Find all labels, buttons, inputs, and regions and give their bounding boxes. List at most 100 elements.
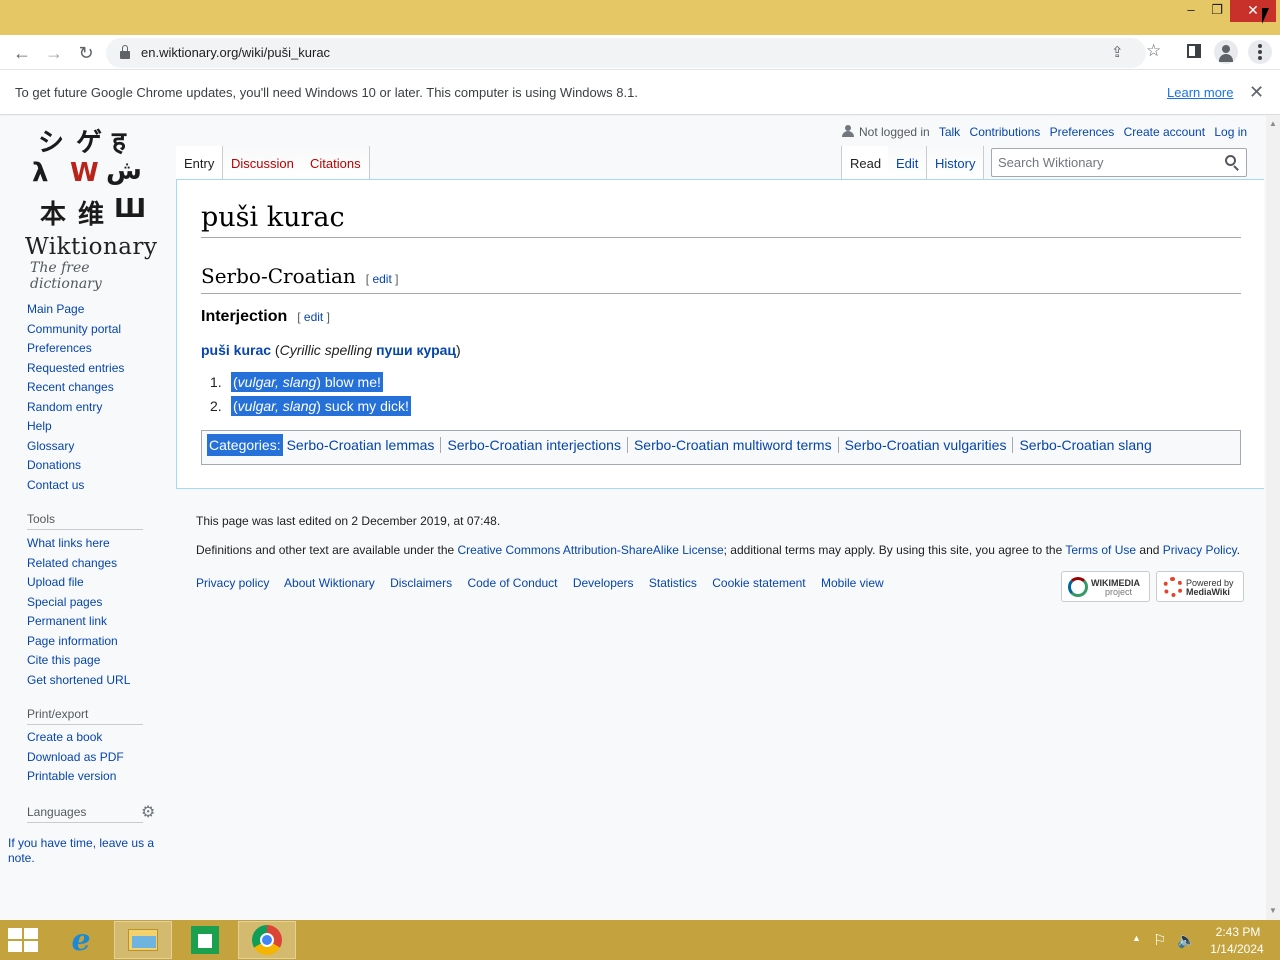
leave-note-link[interactable]: If you have time, leave us a note. (8, 836, 168, 866)
log-in-link[interactable]: Log in (1214, 125, 1247, 139)
footer-disclaimers[interactable]: Disclaimers (390, 576, 452, 590)
nav-donations[interactable]: Donations (27, 458, 81, 472)
label-link[interactable]: vulgar, slang (238, 374, 317, 390)
url-text[interactable]: en.wiktionary.org/wiki/puši_kurac (141, 45, 330, 60)
side-panel-icon[interactable] (1187, 44, 1201, 58)
footer-code-of-conduct[interactable]: Code of Conduct (467, 576, 557, 590)
footer-mobile-view[interactable]: Mobile view (821, 576, 884, 590)
back-button[interactable]: ← (8, 39, 36, 67)
tab-discussion[interactable]: Discussion (223, 146, 303, 180)
print-create-book[interactable]: Create a book (27, 730, 102, 744)
nav-recent-changes[interactable]: Recent changes (27, 380, 114, 394)
headword[interactable]: puši kurac (201, 342, 271, 358)
print-printable-version[interactable]: Printable version (27, 769, 116, 783)
nav-contact-us[interactable]: Contact us (27, 478, 84, 492)
wiktionary-logo[interactable]: シ ゲ ह λ W ش 本 维 Ш Wiktionary The free di… (22, 120, 157, 292)
page-scrollbar[interactable]: ▲ ▼ (1266, 116, 1280, 920)
nav-preferences[interactable]: Preferences (27, 341, 92, 355)
search-input[interactable] (992, 149, 1212, 176)
footer-cookie-statement[interactable]: Cookie statement (712, 576, 805, 590)
close-window-button[interactable]: ✕ (1230, 0, 1276, 22)
profile-avatar-icon[interactable] (1214, 40, 1238, 64)
windows-start-button[interactable] (8, 928, 40, 954)
print-export-portal: Create a book Download as PDF Printable … (27, 728, 124, 787)
footer-privacy-policy[interactable]: Privacy policy (196, 576, 269, 590)
tab-citations[interactable]: Citations (302, 146, 370, 180)
close-icon[interactable]: ✕ (1249, 82, 1264, 103)
user-icon (842, 125, 854, 137)
tool-page-information[interactable]: Page information (27, 634, 118, 648)
tab-edit-label[interactable]: Edit (896, 156, 918, 171)
nav-community-portal[interactable]: Community portal (27, 322, 121, 336)
volume-muted-icon[interactable]: 🔈 (1177, 931, 1196, 949)
share-icon[interactable]: ⇪ (1111, 43, 1124, 61)
file-explorer-icon[interactable] (114, 921, 172, 959)
nav-requested-entries[interactable]: Requested entries (27, 361, 124, 375)
category-link[interactable]: Serbo-Croatian slang (1012, 437, 1158, 453)
address-bar[interactable]: en.wiktionary.org/wiki/puši_kurac ⇪ ☆ (106, 38, 1161, 68)
internet-explorer-icon[interactable]: e (52, 921, 110, 959)
talk-link[interactable]: Talk (939, 125, 960, 139)
tab-edit[interactable]: Edit (888, 146, 928, 180)
powered-by-mediawiki-badge[interactable]: Powered by MediaWiki (1156, 571, 1244, 602)
footer-about[interactable]: About Wiktionary (284, 576, 375, 590)
tool-permanent-link[interactable]: Permanent link (27, 614, 107, 628)
cyrillic-spelling-link[interactable]: пуши курац (376, 342, 456, 358)
scroll-down-icon[interactable]: ▼ (1269, 906, 1277, 915)
forward-button[interactable]: → (40, 39, 68, 67)
nav-random-entry[interactable]: Random entry (27, 400, 102, 414)
label-link[interactable]: vulgar, slang (238, 398, 317, 414)
print-download-pdf[interactable]: Download as PDF (27, 750, 124, 764)
search-box (991, 148, 1247, 177)
terms-of-use-link[interactable]: Terms of Use (1065, 543, 1136, 557)
kebab-menu-icon[interactable] (1248, 40, 1272, 64)
store-icon[interactable] (176, 921, 234, 959)
preferences-link[interactable]: Preferences (1050, 125, 1115, 139)
tool-what-links-here[interactable]: What links here (27, 536, 110, 550)
edit-section-link[interactable]: edit (372, 272, 391, 286)
tab-entry[interactable]: Entry (176, 146, 224, 180)
browser-toolbar: ← → ↻ en.wiktionary.org/wiki/puši_kurac … (0, 35, 1280, 70)
tab-history[interactable]: History (927, 146, 985, 180)
category-link[interactable]: Serbo-Croatian vulgarities (837, 437, 1013, 453)
tab-discussion-label[interactable]: Discussion (231, 156, 294, 171)
categories-label[interactable]: Categories: (207, 434, 283, 456)
tab-citations-label[interactable]: Citations (310, 156, 361, 171)
cc-license-link[interactable]: Creative Commons Attribution-ShareAlike … (458, 543, 724, 557)
tool-special-pages[interactable]: Special pages (27, 595, 102, 609)
tool-related-changes[interactable]: Related changes (27, 556, 117, 570)
category-link[interactable]: Serbo-Croatian interjections (440, 437, 627, 453)
clock-date[interactable]: 1/14/2024 (1206, 942, 1268, 956)
footer-developers[interactable]: Developers (573, 576, 634, 590)
nav-help[interactable]: Help (27, 419, 52, 433)
chrome-icon[interactable] (238, 921, 296, 959)
tool-upload-file[interactable]: Upload file (27, 575, 84, 589)
edit-section-link[interactable]: edit (304, 310, 323, 324)
gear-icon[interactable]: ⚙ (141, 802, 155, 822)
action-center-flag-icon[interactable]: ⚐ (1153, 931, 1166, 949)
lock-icon[interactable] (120, 45, 130, 59)
footer-statistics[interactable]: Statistics (649, 576, 697, 590)
contributions-link[interactable]: Contributions (970, 125, 1041, 139)
minimize-button[interactable]: ‒ (1178, 0, 1204, 22)
create-account-link[interactable]: Create account (1124, 125, 1205, 139)
privacy-policy-link[interactable]: Privacy Policy (1163, 543, 1237, 557)
scroll-up-icon[interactable]: ▲ (1269, 119, 1277, 128)
tab-read[interactable]: Read (841, 146, 891, 180)
nav-glossary[interactable]: Glossary (27, 439, 74, 453)
tool-cite-this-page[interactable]: Cite this page (27, 653, 100, 667)
tool-get-shortened-url[interactable]: Get shortened URL (27, 673, 130, 687)
wikimedia-project-badge[interactable]: WIKIMEDIA project (1061, 571, 1150, 602)
nav-main-page[interactable]: Main Page (27, 302, 84, 316)
bookmark-star-icon[interactable]: ☆ (1146, 41, 1161, 61)
search-icon[interactable] (1225, 155, 1241, 171)
clock-time[interactable]: 2:43 PM (1210, 925, 1266, 939)
learn-more-link[interactable]: Learn more (1167, 85, 1233, 100)
restore-button[interactable]: ❐ (1204, 0, 1230, 22)
show-hidden-icons-icon[interactable]: ▲ (1132, 933, 1141, 943)
category-link[interactable]: Serbo-Croatian lemmas (283, 437, 441, 453)
language-heading: Serbo-Croatian [ edit ] (201, 264, 1241, 294)
tab-history-label[interactable]: History (935, 156, 975, 171)
category-link[interactable]: Serbo-Croatian multiword terms (626, 437, 838, 453)
reload-button[interactable]: ↻ (72, 39, 100, 67)
